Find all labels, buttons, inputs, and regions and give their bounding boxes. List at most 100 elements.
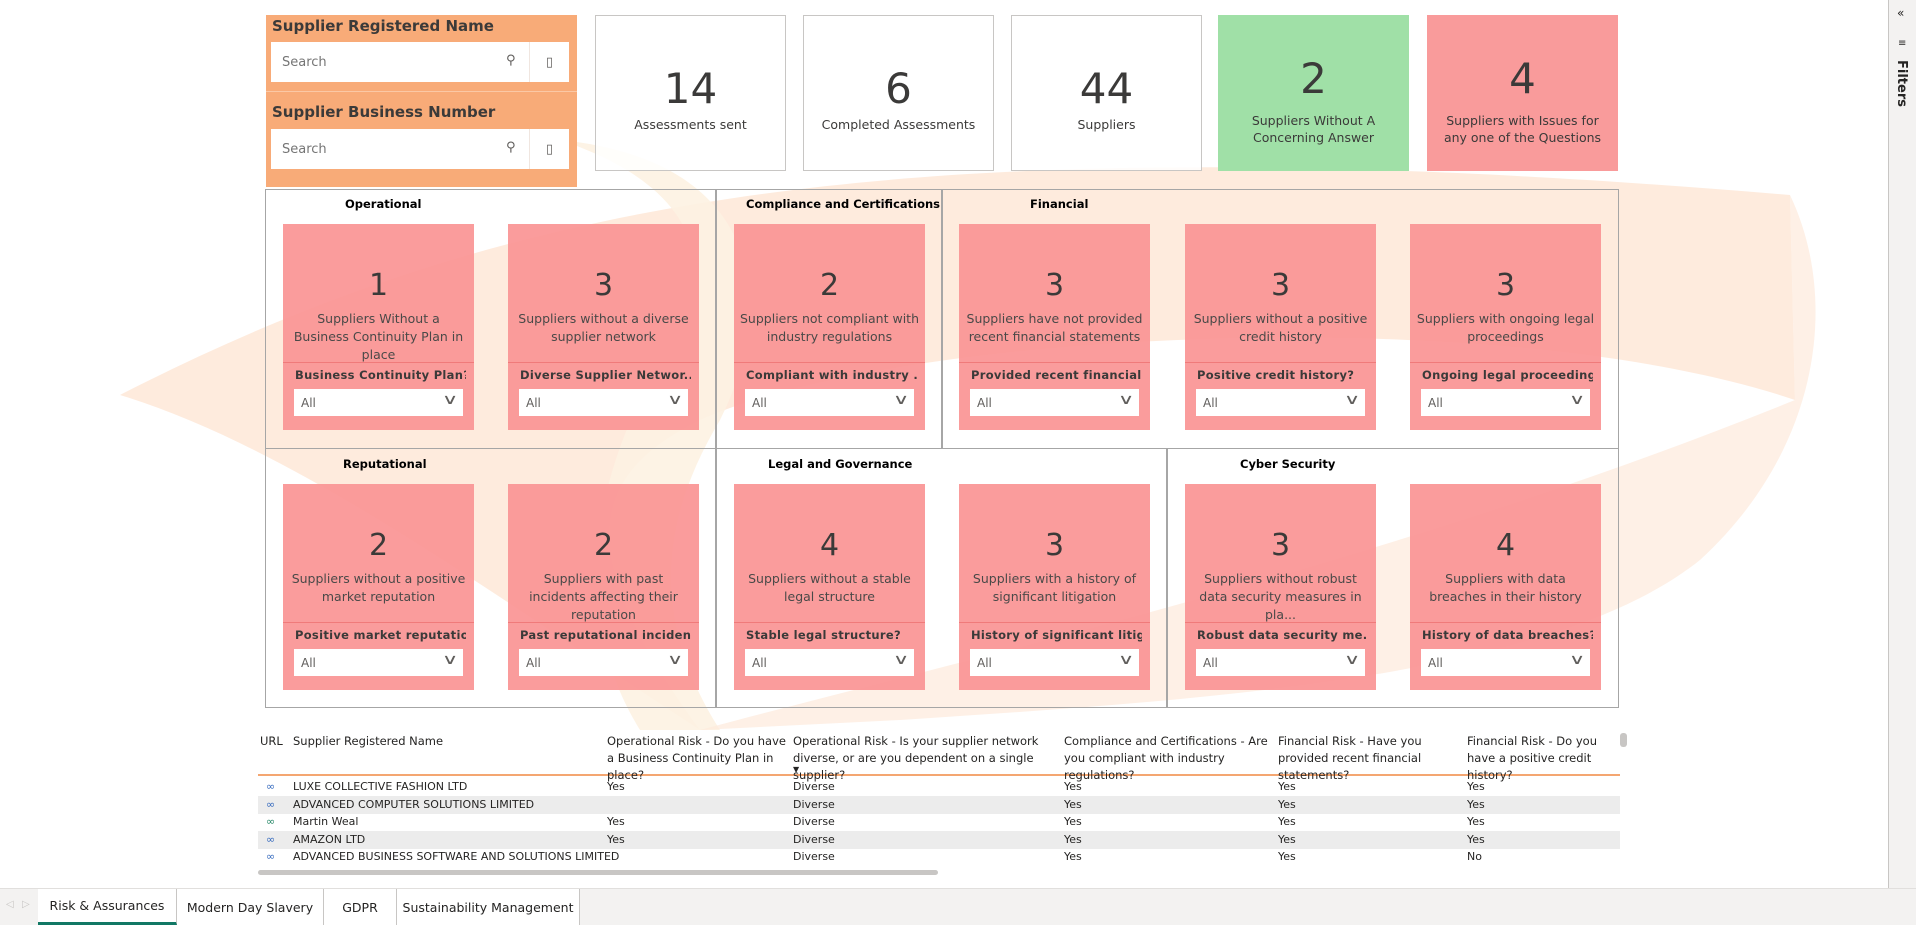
- tab-prev-icon[interactable]: ◁: [6, 899, 14, 910]
- dropdown-value: All: [752, 656, 767, 670]
- chevron-down-icon: ∨: [1568, 392, 1586, 408]
- divider: [283, 362, 474, 363]
- column-header[interactable]: Compliance and Certifications - Are you …: [1064, 733, 1272, 784]
- filter-dropdown[interactable]: All ∨: [970, 389, 1139, 416]
- sort-desc-icon[interactable]: ▼: [793, 765, 799, 774]
- column-header[interactable]: Financial Risk - Have you provided recen…: [1278, 733, 1461, 784]
- filter-label: Positive market reputatio...: [295, 628, 466, 642]
- kpi-label: Suppliers Without A Concerning Answer: [1251, 113, 1376, 145]
- tab-gdpr[interactable]: GDPR: [324, 889, 397, 925]
- filter-dropdown[interactable]: All ∨: [519, 649, 688, 676]
- column-header[interactable]: Financial Risk - Do you have a positive …: [1467, 733, 1617, 784]
- tab-next-icon[interactable]: ▷: [22, 899, 30, 910]
- risk-label: Suppliers not compliant with industry re…: [740, 311, 919, 344]
- supplier-number-search[interactable]: ⚲ ▯: [271, 129, 569, 169]
- divider: [508, 362, 699, 363]
- dropdown-value: All: [1203, 656, 1218, 670]
- table-cell: Yes: [607, 815, 625, 829]
- table-cell: Yes: [607, 832, 625, 846]
- divider: [734, 362, 925, 363]
- vertical-scrollbar[interactable]: [1620, 733, 1627, 747]
- slicer-panel: Supplier Registered Name ⚲ ▯ Supplier Bu…: [266, 15, 577, 187]
- table-cell: Diverse: [793, 815, 835, 829]
- link-icon[interactable]: ∞: [266, 798, 275, 811]
- dropdown-value: All: [977, 396, 992, 410]
- kpi-card: 2 Suppliers Without A Concerning Answer: [1218, 15, 1409, 171]
- risk-card: 3 Suppliers with a history of significant…: [959, 484, 1150, 690]
- horizontal-scrollbar[interactable]: [258, 870, 938, 875]
- filter-dropdown[interactable]: All ∨: [1196, 649, 1365, 676]
- filters-pane[interactable]: « ≡ Filters: [1888, 0, 1916, 888]
- filter-dropdown[interactable]: All ∨: [294, 389, 463, 416]
- tab-sustainability-management[interactable]: Sustainability Management: [397, 889, 580, 925]
- collapse-icon[interactable]: «: [1897, 6, 1904, 20]
- divider: [283, 622, 474, 623]
- eraser-icon[interactable]: ▯: [529, 129, 569, 169]
- section-title: Operational: [345, 197, 422, 211]
- filter-label: Diverse Supplier Networ...: [520, 368, 691, 382]
- dropdown-value: All: [752, 396, 767, 410]
- table-row[interactable]: ∞ LUXE COLLECTIVE FASHION LTD Yes Diverse Ye…: [258, 778, 1620, 796]
- filter-label: Stable legal structure?: [746, 628, 901, 642]
- risk-card: 3 Suppliers without a diverse supplier ne…: [508, 224, 699, 430]
- supplier-name-search-input[interactable]: [271, 54, 491, 70]
- table-row[interactable]: ∞ AMAZON LTD Yes Diverse Yes Yes Yes: [258, 830, 1620, 849]
- risk-count: 1: [368, 268, 389, 303]
- risk-count: 3: [1044, 268, 1065, 303]
- filter-dropdown[interactable]: All ∨: [745, 649, 914, 676]
- filter-dropdown[interactable]: All ∨: [1421, 389, 1590, 416]
- risk-count: 2: [368, 528, 389, 563]
- dropdown-value: All: [977, 656, 992, 670]
- filter-dropdown[interactable]: All ∨: [970, 649, 1139, 676]
- section-title: Financial: [1030, 197, 1089, 211]
- table-cell: Yes: [1467, 832, 1485, 846]
- filter-dropdown[interactable]: All ∨: [1421, 649, 1590, 676]
- risk-card: 3 Suppliers have not provided recent fina…: [959, 224, 1150, 430]
- risk-card: 3 Suppliers with ongoing legal proceeding…: [1410, 224, 1601, 430]
- chevron-down-icon: ∨: [1343, 392, 1361, 408]
- filter-dropdown[interactable]: All ∨: [294, 649, 463, 676]
- kpi-value: 2: [1300, 54, 1327, 103]
- column-header[interactable]: Operational Risk - Do you have a Busines…: [607, 733, 787, 784]
- section-title: Legal and Governance: [768, 457, 913, 471]
- link-icon[interactable]: ∞: [266, 780, 275, 793]
- filter-dropdown[interactable]: All ∨: [745, 389, 914, 416]
- table-row[interactable]: ∞ ADVANCED BUSINESS SOFTWARE AND SOLUTION…: [258, 848, 1620, 866]
- supplier-table[interactable]: URL Supplier Registered Name Operational R…: [258, 730, 1628, 880]
- link-icon[interactable]: ∞: [266, 833, 275, 846]
- tab-modern-day-slavery[interactable]: Modern Day Slavery: [177, 889, 324, 925]
- link-icon[interactable]: ∞: [266, 850, 275, 863]
- filter-dropdown[interactable]: All ∨: [1196, 389, 1365, 416]
- table-cell: LUXE COLLECTIVE FASHION LTD: [293, 780, 468, 793]
- column-header[interactable]: Supplier Registered Name: [293, 733, 601, 750]
- divider: [1185, 622, 1376, 623]
- divider: [1410, 362, 1601, 363]
- risk-card: 1 Suppliers Without a Business Continuity…: [283, 224, 474, 430]
- table-row[interactable]: ∞ ADVANCED COMPUTER SOLUTIONS LIMITED Dive…: [258, 795, 1620, 814]
- slicer-title-name: Supplier Registered Name: [272, 17, 494, 35]
- risk-count: 4: [819, 528, 840, 563]
- filter-label: Business Continuity Plan?: [295, 368, 466, 382]
- tab-risk-assurances[interactable]: Risk & Assurances: [38, 889, 177, 925]
- chevron-down-icon: ∨: [1568, 652, 1586, 668]
- filter-dropdown[interactable]: All ∨: [519, 389, 688, 416]
- supplier-name-search[interactable]: ⚲ ▯: [271, 42, 569, 82]
- kpi-card: 44 Suppliers: [1011, 15, 1202, 171]
- search-icon[interactable]: ⚲: [506, 140, 516, 155]
- dropdown-value: All: [526, 656, 541, 670]
- dropdown-value: All: [301, 656, 316, 670]
- filter-label: Ongoing legal proceeding...: [1422, 368, 1593, 382]
- link-icon[interactable]: ∞: [266, 815, 275, 828]
- table-cell: AMAZON LTD: [293, 832, 366, 846]
- eraser-icon[interactable]: ▯: [529, 42, 569, 82]
- table-cell: Yes: [1064, 780, 1082, 793]
- search-icon[interactable]: ⚲: [506, 53, 516, 68]
- table-row[interactable]: ∞ Martin Weal Yes Diverse Yes Yes Yes: [258, 813, 1620, 831]
- risk-count: 3: [1270, 528, 1291, 563]
- risk-card: 2 Suppliers with past incidents affecting…: [508, 484, 699, 690]
- column-header[interactable]: URL: [260, 733, 287, 750]
- table-cell: Yes: [1064, 850, 1082, 864]
- kpi-label: Completed Assessments: [821, 117, 976, 132]
- supplier-number-search-input[interactable]: [271, 141, 491, 157]
- column-header[interactable]: Operational Risk - Is your supplier netw…: [793, 733, 1058, 784]
